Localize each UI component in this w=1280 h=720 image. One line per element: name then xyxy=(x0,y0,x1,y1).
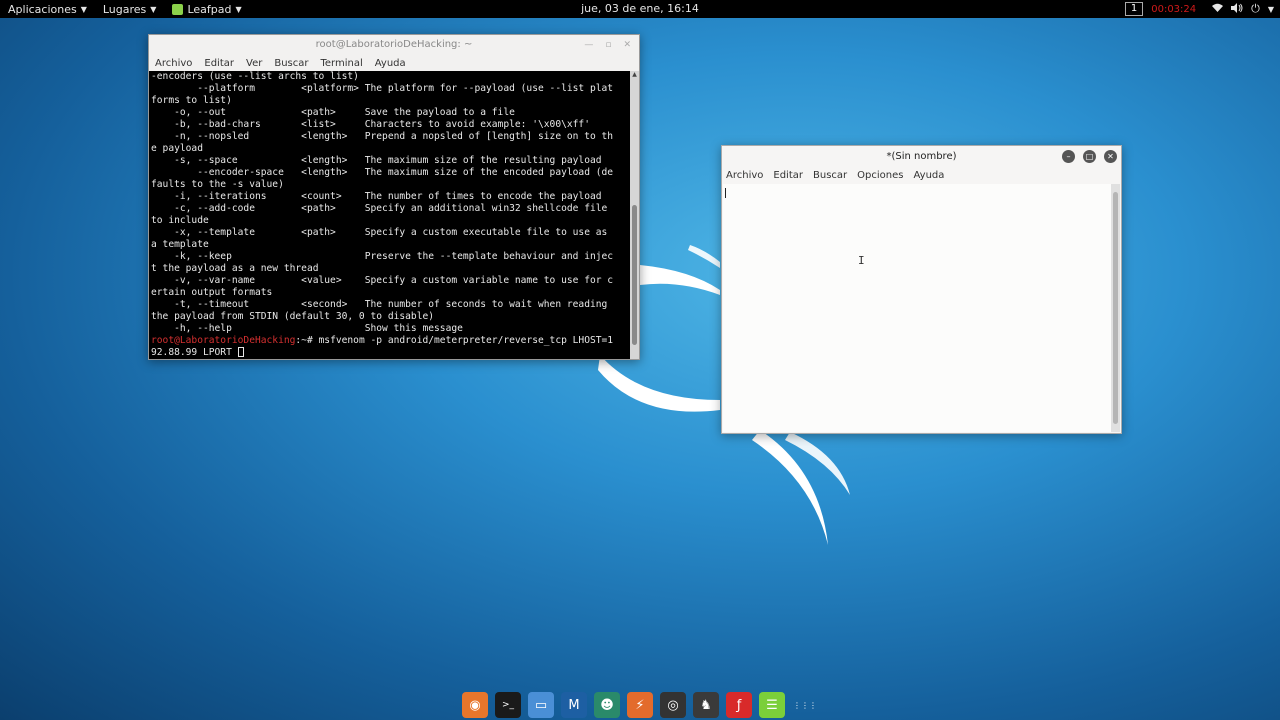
terminal-line: -c, --add-code <path> Specify an additio… xyxy=(151,203,608,214)
minimize-icon[interactable]: – xyxy=(1062,150,1075,163)
terminal-menubar: Archivo Editar Ver Buscar Terminal Ayuda xyxy=(149,55,639,71)
terminal-line: faults to the -s value) xyxy=(151,179,284,190)
faraday-icon[interactable]: ƒ xyxy=(726,692,752,718)
system-tray: 1 00:03:24 ⏻ ▼ xyxy=(1124,0,1274,18)
prompt-suffix: :~# xyxy=(295,335,319,346)
menu-buscar[interactable]: Buscar xyxy=(274,58,308,69)
text-editor-area[interactable]: I xyxy=(723,184,1111,432)
menu-opciones[interactable]: Opciones xyxy=(857,170,903,181)
metasploit-icon[interactable]: M xyxy=(561,692,587,718)
terminal-line: ertain output formats xyxy=(151,287,273,298)
terminal-window[interactable]: root@LaboratorioDeHacking: ~ — ▫ ✕ Archi… xyxy=(148,34,640,360)
terminal-line: t the payload as a new thread xyxy=(151,263,319,274)
menu-editar[interactable]: Editar xyxy=(204,58,234,69)
terminal-line: -o, --out <path> Save the payload to a f… xyxy=(151,107,515,118)
applications-menu[interactable]: Aplicaciones ▼ xyxy=(0,0,95,18)
chevron-down-icon[interactable]: ▼ xyxy=(1268,5,1274,14)
terminal-line: -v, --var-name <value> Specify a custom … xyxy=(151,275,614,286)
menu-editar[interactable]: Editar xyxy=(773,170,803,181)
terminal-prompt-line: 92.88.99 LPORT xyxy=(151,347,630,359)
window-controls: – □ ✕ xyxy=(1062,150,1117,163)
maximize-icon[interactable]: □ xyxy=(1083,150,1096,163)
terminal-line: to include xyxy=(151,215,209,226)
chevron-down-icon: ▼ xyxy=(235,4,242,14)
window-controls: — ▫ ✕ xyxy=(584,35,631,55)
leafpad-window[interactable]: *(Sin nombre) – □ ✕ Archivo Editar Busca… xyxy=(721,145,1122,434)
terminal-prompt-line: root@LaboratorioDeHacking:~# msfvenom -p… xyxy=(151,335,630,347)
terminal-line: -i, --iterations <count> The number of t… xyxy=(151,191,602,202)
maltego-icon[interactable]: ◎ xyxy=(660,692,686,718)
menu-terminal[interactable]: Terminal xyxy=(320,58,362,69)
terminal-output[interactable]: -encoders (use --list archs to list) --p… xyxy=(149,71,630,359)
menu-buscar[interactable]: Buscar xyxy=(813,170,847,181)
beef-icon[interactable]: ♞ xyxy=(693,692,719,718)
prompt-user: root@LaboratorioDeHacking xyxy=(151,335,296,346)
minimize-icon[interactable]: — xyxy=(584,35,593,55)
terminal-line: the payload from STDIN (default 30, 0 to… xyxy=(151,311,435,322)
chevron-down-icon: ▼ xyxy=(80,4,87,14)
leafpad-menubar: Archivo Editar Buscar Opciones Ayuda xyxy=(722,167,1121,183)
dock: ◉ >_ ▭ M ☻ ⚡ ◎ ♞ ƒ ☰ ⋮⋮⋮ xyxy=(462,692,818,718)
terminal-title: root@LaboratorioDeHacking: ~ xyxy=(315,39,473,50)
terminal-scrollbar[interactable]: ▲ xyxy=(630,71,639,359)
text-caret xyxy=(725,188,726,198)
close-icon[interactable]: ✕ xyxy=(623,35,631,55)
terminal-line: -x, --template <path> Specify a custom e… xyxy=(151,227,608,238)
menu-archivo[interactable]: Archivo xyxy=(726,170,763,181)
terminal-line: -s, --space <length> The maximum size of… xyxy=(151,155,602,166)
menu-ver[interactable]: Ver xyxy=(246,58,262,69)
volume-icon[interactable] xyxy=(1231,2,1243,16)
scrollbar-thumb[interactable] xyxy=(1113,192,1118,424)
clock-text[interactable]: jue, 03 de ene, 16:14 xyxy=(581,2,699,15)
leafpad-icon xyxy=(172,3,184,15)
places-label: Lugares xyxy=(102,2,147,16)
leafpad-title: *(Sin nombre) xyxy=(886,151,957,162)
terminal-line: -h, --help Show this message xyxy=(151,323,463,334)
close-icon[interactable]: ✕ xyxy=(1104,150,1117,163)
terminal-icon[interactable]: >_ xyxy=(495,692,521,718)
record-timer: 00:03:24 xyxy=(1151,3,1197,15)
terminal-line: --encoder-space <length> The maximum siz… xyxy=(151,167,614,178)
top-panel: Aplicaciones ▼ Lugares ▼ Leafpad ▼ jue, … xyxy=(0,0,1280,18)
terminal-line: e payload xyxy=(151,143,203,154)
leafpad-scrollbar[interactable] xyxy=(1111,184,1120,432)
firefox-icon[interactable]: ◉ xyxy=(462,692,488,718)
terminal-titlebar[interactable]: root@LaboratorioDeHacking: ~ — ▫ ✕ xyxy=(149,35,639,55)
terminal-line: forms to list) xyxy=(151,95,232,106)
terminal-line: a template xyxy=(151,239,209,250)
show-apps-icon[interactable]: ⋮⋮⋮ xyxy=(792,692,818,718)
files-icon[interactable]: ▭ xyxy=(528,692,554,718)
menu-archivo[interactable]: Archivo xyxy=(155,58,192,69)
terminal-line: -n, --nopsled <length> Prepend a nopsled… xyxy=(151,131,614,142)
command-text: msfvenom -p android/meterpreter/reverse_… xyxy=(318,335,614,346)
menu-ayuda[interactable]: Ayuda xyxy=(375,58,406,69)
leafpad-icon[interactable]: ☰ xyxy=(759,692,785,718)
scroll-up-icon[interactable]: ▲ xyxy=(630,71,639,79)
command-text: 92.88.99 LPORT xyxy=(151,347,238,358)
app-menu[interactable]: Leafpad ▼ xyxy=(164,0,249,18)
terminal-line: -b, --bad-chars <list> Characters to avo… xyxy=(151,119,590,130)
terminal-line: -encoders (use --list archs to list) xyxy=(151,71,359,82)
terminal-line: -t, --timeout <second> The number of sec… xyxy=(151,299,608,310)
scrollbar-thumb[interactable] xyxy=(632,205,637,345)
applications-label: Aplicaciones xyxy=(8,2,77,16)
terminal-line: --platform <platform> The platform for -… xyxy=(151,83,614,94)
workspace-indicator[interactable]: 1 xyxy=(1124,2,1144,16)
terminal-line: -k, --keep Preserve the --template behav… xyxy=(151,251,614,262)
places-menu[interactable]: Lugares ▼ xyxy=(95,0,165,18)
terminal-cursor xyxy=(237,347,244,357)
wifi-icon[interactable] xyxy=(1212,3,1224,16)
armitage-icon[interactable]: ☻ xyxy=(594,692,620,718)
menu-ayuda[interactable]: Ayuda xyxy=(913,170,944,181)
ibeam-cursor-icon: I xyxy=(858,254,865,267)
chevron-down-icon: ▼ xyxy=(150,4,157,14)
burpsuite-icon[interactable]: ⚡ xyxy=(627,692,653,718)
leafpad-titlebar[interactable]: *(Sin nombre) – □ ✕ xyxy=(722,146,1121,167)
power-icon[interactable]: ⏻ xyxy=(1251,2,1260,16)
maximize-icon[interactable]: ▫ xyxy=(605,35,611,55)
app-label: Leafpad xyxy=(187,2,232,16)
